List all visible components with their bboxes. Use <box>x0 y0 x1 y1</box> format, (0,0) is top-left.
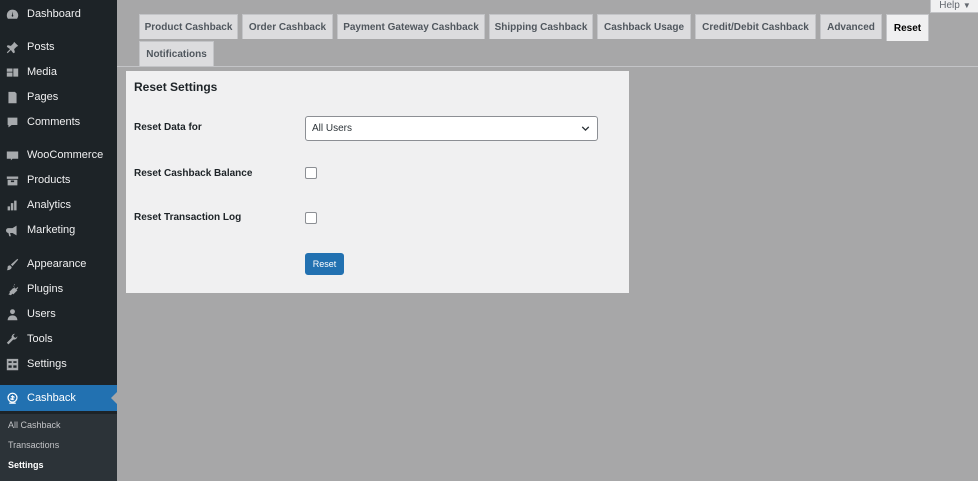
help-label: Help <box>939 0 960 11</box>
reset-button[interactable]: Reset <box>305 253 344 275</box>
sidebar-item-plugins[interactable]: Plugins <box>0 277 117 301</box>
sidebar-item-label: Appearance <box>27 258 87 270</box>
sidebar-item-media[interactable]: Media <box>0 60 117 84</box>
sidebar-item-marketing[interactable]: Marketing <box>0 218 117 242</box>
pin-icon <box>6 41 19 54</box>
sidebar-item-products[interactable]: Products <box>0 168 117 192</box>
reset-balance-checkbox[interactable] <box>305 167 317 179</box>
sidebar-item-comments[interactable]: Comments <box>0 110 117 134</box>
tab-reset[interactable]: Reset <box>886 14 929 41</box>
tab-order-cashback[interactable]: Order Cashback <box>242 14 333 39</box>
settings-icon <box>6 358 19 371</box>
products-icon <box>6 174 19 187</box>
sidebar-item-label: Posts <box>27 41 55 53</box>
tab-advanced[interactable]: Advanced <box>820 14 882 39</box>
tab-notifications[interactable]: Notifications <box>139 41 214 66</box>
tab-cashback-usage[interactable]: Cashback Usage <box>597 14 691 39</box>
submenu-item-transactions[interactable]: Transactions <box>8 440 59 450</box>
sidebar-item-posts[interactable]: Posts <box>0 35 117 59</box>
reset-data-for-label: Reset Data for <box>134 122 202 133</box>
reset-settings-panel: Reset Settings Reset Data for All Users … <box>126 71 629 293</box>
tabs-divider <box>117 66 978 67</box>
chevron-down-icon <box>581 126 590 132</box>
tab-payment-gateway-cashback[interactable]: Payment Gateway Cashback <box>337 14 485 39</box>
sidebar-item-tools[interactable]: Tools <box>0 327 117 351</box>
reset-log-checkbox[interactable] <box>305 212 317 224</box>
sidebar-item-label: Media <box>27 66 57 78</box>
sidebar-item-label: Plugins <box>27 283 64 295</box>
submenu-item-settings[interactable]: Settings <box>8 460 44 470</box>
sidebar-item-users[interactable]: Users <box>0 302 117 326</box>
cashback-submenu: All Cashback Transactions Settings <box>0 414 117 481</box>
pages-icon <box>6 91 19 104</box>
sidebar-item-label: Products <box>27 174 71 186</box>
sidebar-item-appearance[interactable]: Appearance <box>0 252 117 276</box>
sidebar-item-label: Cashback <box>27 392 76 404</box>
sidebar-item-dashboard[interactable]: Dashboard <box>0 2 117 26</box>
sidebar-item-label: Analytics <box>27 199 72 211</box>
dashboard-icon <box>6 8 19 21</box>
user-icon <box>6 308 19 321</box>
sidebar-item-label: Dashboard <box>27 8 81 20</box>
sidebar-item-label: Marketing <box>27 224 76 236</box>
panel-title: Reset Settings <box>134 80 218 94</box>
sidebar-item-settings[interactable]: Settings <box>0 352 117 376</box>
sidebar-item-pages[interactable]: Pages <box>0 85 117 109</box>
sidebar-item-label: Pages <box>27 91 59 103</box>
sidebar-item-label: Tools <box>27 333 53 345</box>
brush-icon <box>6 258 19 271</box>
reset-data-for-select[interactable]: All Users <box>305 116 598 141</box>
sidebar-item-label: Settings <box>27 358 67 370</box>
help-button[interactable]: Help ▼ <box>930 0 978 13</box>
cashback-icon <box>6 392 19 405</box>
sidebar-item-label: Comments <box>27 116 81 128</box>
sidebar-item-woocommerce[interactable]: WooCommerce <box>0 143 117 167</box>
reset-log-label: Reset Transaction Log <box>134 212 242 223</box>
tab-product-cashback[interactable]: Product Cashback <box>139 14 238 39</box>
comment-icon <box>6 116 19 129</box>
sidebar-item-analytics[interactable]: Analytics <box>0 193 117 217</box>
admin-sidebar: Dashboard Posts Media Pages Comments Woo… <box>0 0 117 481</box>
select-value: All Users <box>312 123 353 134</box>
caret-down-icon: ▼ <box>962 0 971 10</box>
woocommerce-icon <box>6 149 19 162</box>
megaphone-icon <box>6 224 19 237</box>
reset-balance-label: Reset Cashback Balance <box>134 168 253 179</box>
media-icon <box>6 66 19 79</box>
plugin-icon <box>6 283 19 296</box>
tab-shipping-cashback[interactable]: Shipping Cashback <box>489 14 593 39</box>
submenu-item-all-cashback[interactable]: All Cashback <box>8 420 61 430</box>
tab-credit-debit-cashback[interactable]: Credit/Debit Cashback <box>695 14 816 39</box>
sidebar-item-cashback[interactable]: Cashback <box>0 385 117 411</box>
sidebar-item-label: Users <box>27 308 56 320</box>
wrench-icon <box>6 333 19 346</box>
sidebar-item-label: WooCommerce <box>27 149 104 161</box>
analytics-icon <box>6 199 19 212</box>
